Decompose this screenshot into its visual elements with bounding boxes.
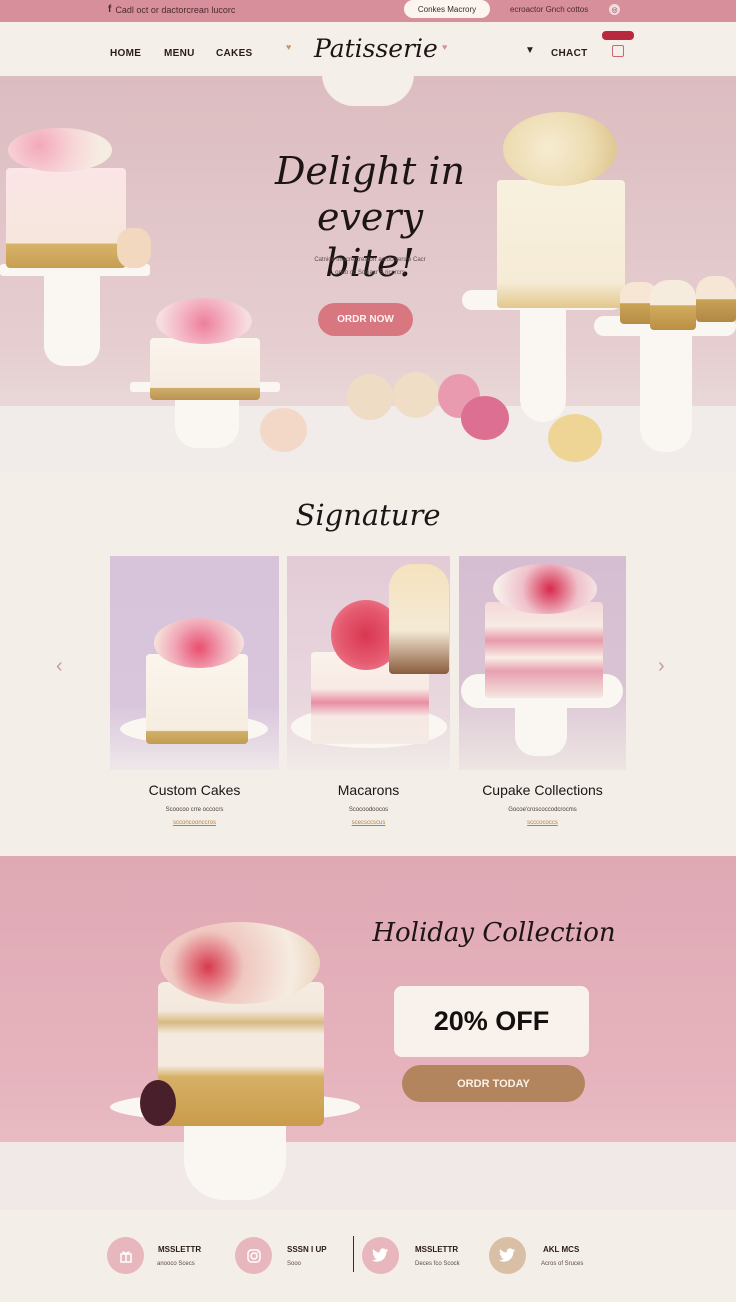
nav-cakes-link[interactable]: CAKES xyxy=(216,48,253,59)
instagram-icon[interactable] xyxy=(235,1237,272,1274)
footer-item-title: MSSLETTR xyxy=(415,1245,459,1254)
product-card-cupcake-collections[interactable] xyxy=(459,556,626,770)
hero-subtitle-line2: onco co Sociacr S ricorcrs xyxy=(335,270,405,276)
footer-item-title: SSSN I UP xyxy=(287,1245,327,1254)
footer-item-title: AKL MCS xyxy=(543,1245,580,1254)
cupcake xyxy=(650,280,696,330)
small-cake xyxy=(150,338,260,400)
drip-cake xyxy=(6,168,126,268)
card-link[interactable]: scccococcs xyxy=(459,820,626,826)
macaron xyxy=(393,372,439,418)
card-description: Gocoe'croscoccodcrocms xyxy=(508,807,577,813)
cake-stand-base xyxy=(640,334,692,452)
discount-badge: 20% OFF xyxy=(394,986,589,1057)
cupcake xyxy=(389,564,449,674)
holiday-table-surface xyxy=(0,1142,736,1210)
card-link[interactable]: scecsccscus xyxy=(287,820,450,826)
main-nav: HOME MENU CAKES ♥ Patisserie ♥ ▼ CHACT xyxy=(0,22,736,76)
top-bar-text: Cadl oct or dactorcrean lucorc xyxy=(115,4,236,15)
signature-title: Signature xyxy=(295,498,441,532)
card-title: Cupake Collections xyxy=(482,782,603,798)
cake-frosting xyxy=(156,298,252,344)
footer-divider xyxy=(353,1236,354,1272)
heart-icon: ♥ xyxy=(442,42,448,52)
footer-item-sub: Deces fco Scock xyxy=(415,1261,460,1267)
cake-stand-base xyxy=(515,704,567,756)
cake-stand-base xyxy=(520,308,566,422)
top-bar-pill-button[interactable]: Conkes Macrory xyxy=(404,0,490,18)
hero-section: Delight in every bite! Catnice lmacre cr… xyxy=(0,76,736,472)
macaron xyxy=(260,408,307,452)
footer-item-sub: Acros of Sruces xyxy=(541,1261,584,1267)
top-bar-right-text: ecroactor Gnch cottos xyxy=(510,5,589,14)
product-card-custom-cakes[interactable] xyxy=(110,556,279,770)
cake-topping xyxy=(493,564,597,614)
order-now-button[interactable]: ORDR NOW xyxy=(318,303,413,336)
footer-item-title: MSSLETTR xyxy=(158,1245,202,1254)
hero-title-line1: Delight in xyxy=(274,149,466,193)
card-title: Custom Cakes xyxy=(148,782,241,798)
hero-subtitle: Catnice lmacre creatorr acroccrers e Cac… xyxy=(270,254,470,280)
order-today-button[interactable]: ORDR TODAY xyxy=(402,1065,585,1102)
footer: MSSLETTR anooco Scecs SSSN I UP Sooo MSS… xyxy=(0,1210,736,1302)
rose-topping xyxy=(503,112,617,186)
instagram-icon[interactable]: ◎ xyxy=(609,4,620,15)
holiday-section: Holiday Collection 20% OFF ORDR TODAY xyxy=(0,856,736,1210)
macaron xyxy=(117,228,151,268)
facebook-icon[interactable]: f xyxy=(108,4,111,15)
cart-icon[interactable] xyxy=(612,45,624,57)
twitter-icon[interactable] xyxy=(489,1237,526,1274)
site-logo[interactable]: Patisserie xyxy=(314,34,438,63)
top-bar: f Cadl oct or dactorcrean lucorc Conkes … xyxy=(0,0,736,22)
card-link[interactable]: scconcoonccros xyxy=(110,820,279,826)
nav-contact-link[interactable]: CHACT xyxy=(551,48,588,59)
cake-image xyxy=(485,602,603,698)
hero-subtitle-line1: Catnice lmacre creatorr acroccrers e Cac… xyxy=(314,257,426,263)
macaron xyxy=(347,374,393,420)
carousel-next-arrow[interactable]: › xyxy=(658,655,665,678)
heart-icon: ♥ xyxy=(286,42,292,52)
holiday-title: Holiday Collection xyxy=(372,918,616,948)
card-title: Macarons xyxy=(337,782,400,798)
macaron xyxy=(461,396,509,440)
footer-item-sub: anooco Scecs xyxy=(157,1261,195,1267)
cake-topping xyxy=(154,618,244,668)
cupcake xyxy=(696,276,736,322)
chevron-down-icon[interactable]: ▼ xyxy=(525,45,535,56)
macaron xyxy=(548,414,602,462)
cake-topping xyxy=(8,128,112,172)
hero-notch xyxy=(322,76,414,106)
tall-cake xyxy=(497,180,625,308)
cake-stand-base xyxy=(44,276,100,366)
gift-icon[interactable] xyxy=(107,1237,144,1274)
carousel-prev-arrow[interactable]: ‹ xyxy=(56,655,63,678)
nav-menu-link[interactable]: MENU xyxy=(164,48,195,59)
twitter-icon[interactable] xyxy=(362,1237,399,1274)
top-bar-info: f Cadl oct or dactorcrean lucorc xyxy=(108,4,235,15)
signature-section: Signature ‹ › Custom Cakes Scoocoo crre … xyxy=(0,472,736,856)
card-description: Scoocoo crre occocrs xyxy=(165,807,224,813)
product-card-macarons[interactable] xyxy=(287,556,450,770)
berries xyxy=(140,1080,176,1126)
card-description: Scocoodoocos xyxy=(348,807,389,813)
cake-stand-base xyxy=(184,1116,286,1200)
footer-item-sub: Sooo xyxy=(287,1261,302,1267)
cake-topping xyxy=(160,922,320,1004)
nav-home-link[interactable]: HOME xyxy=(110,48,141,59)
cart-badge xyxy=(602,31,634,40)
